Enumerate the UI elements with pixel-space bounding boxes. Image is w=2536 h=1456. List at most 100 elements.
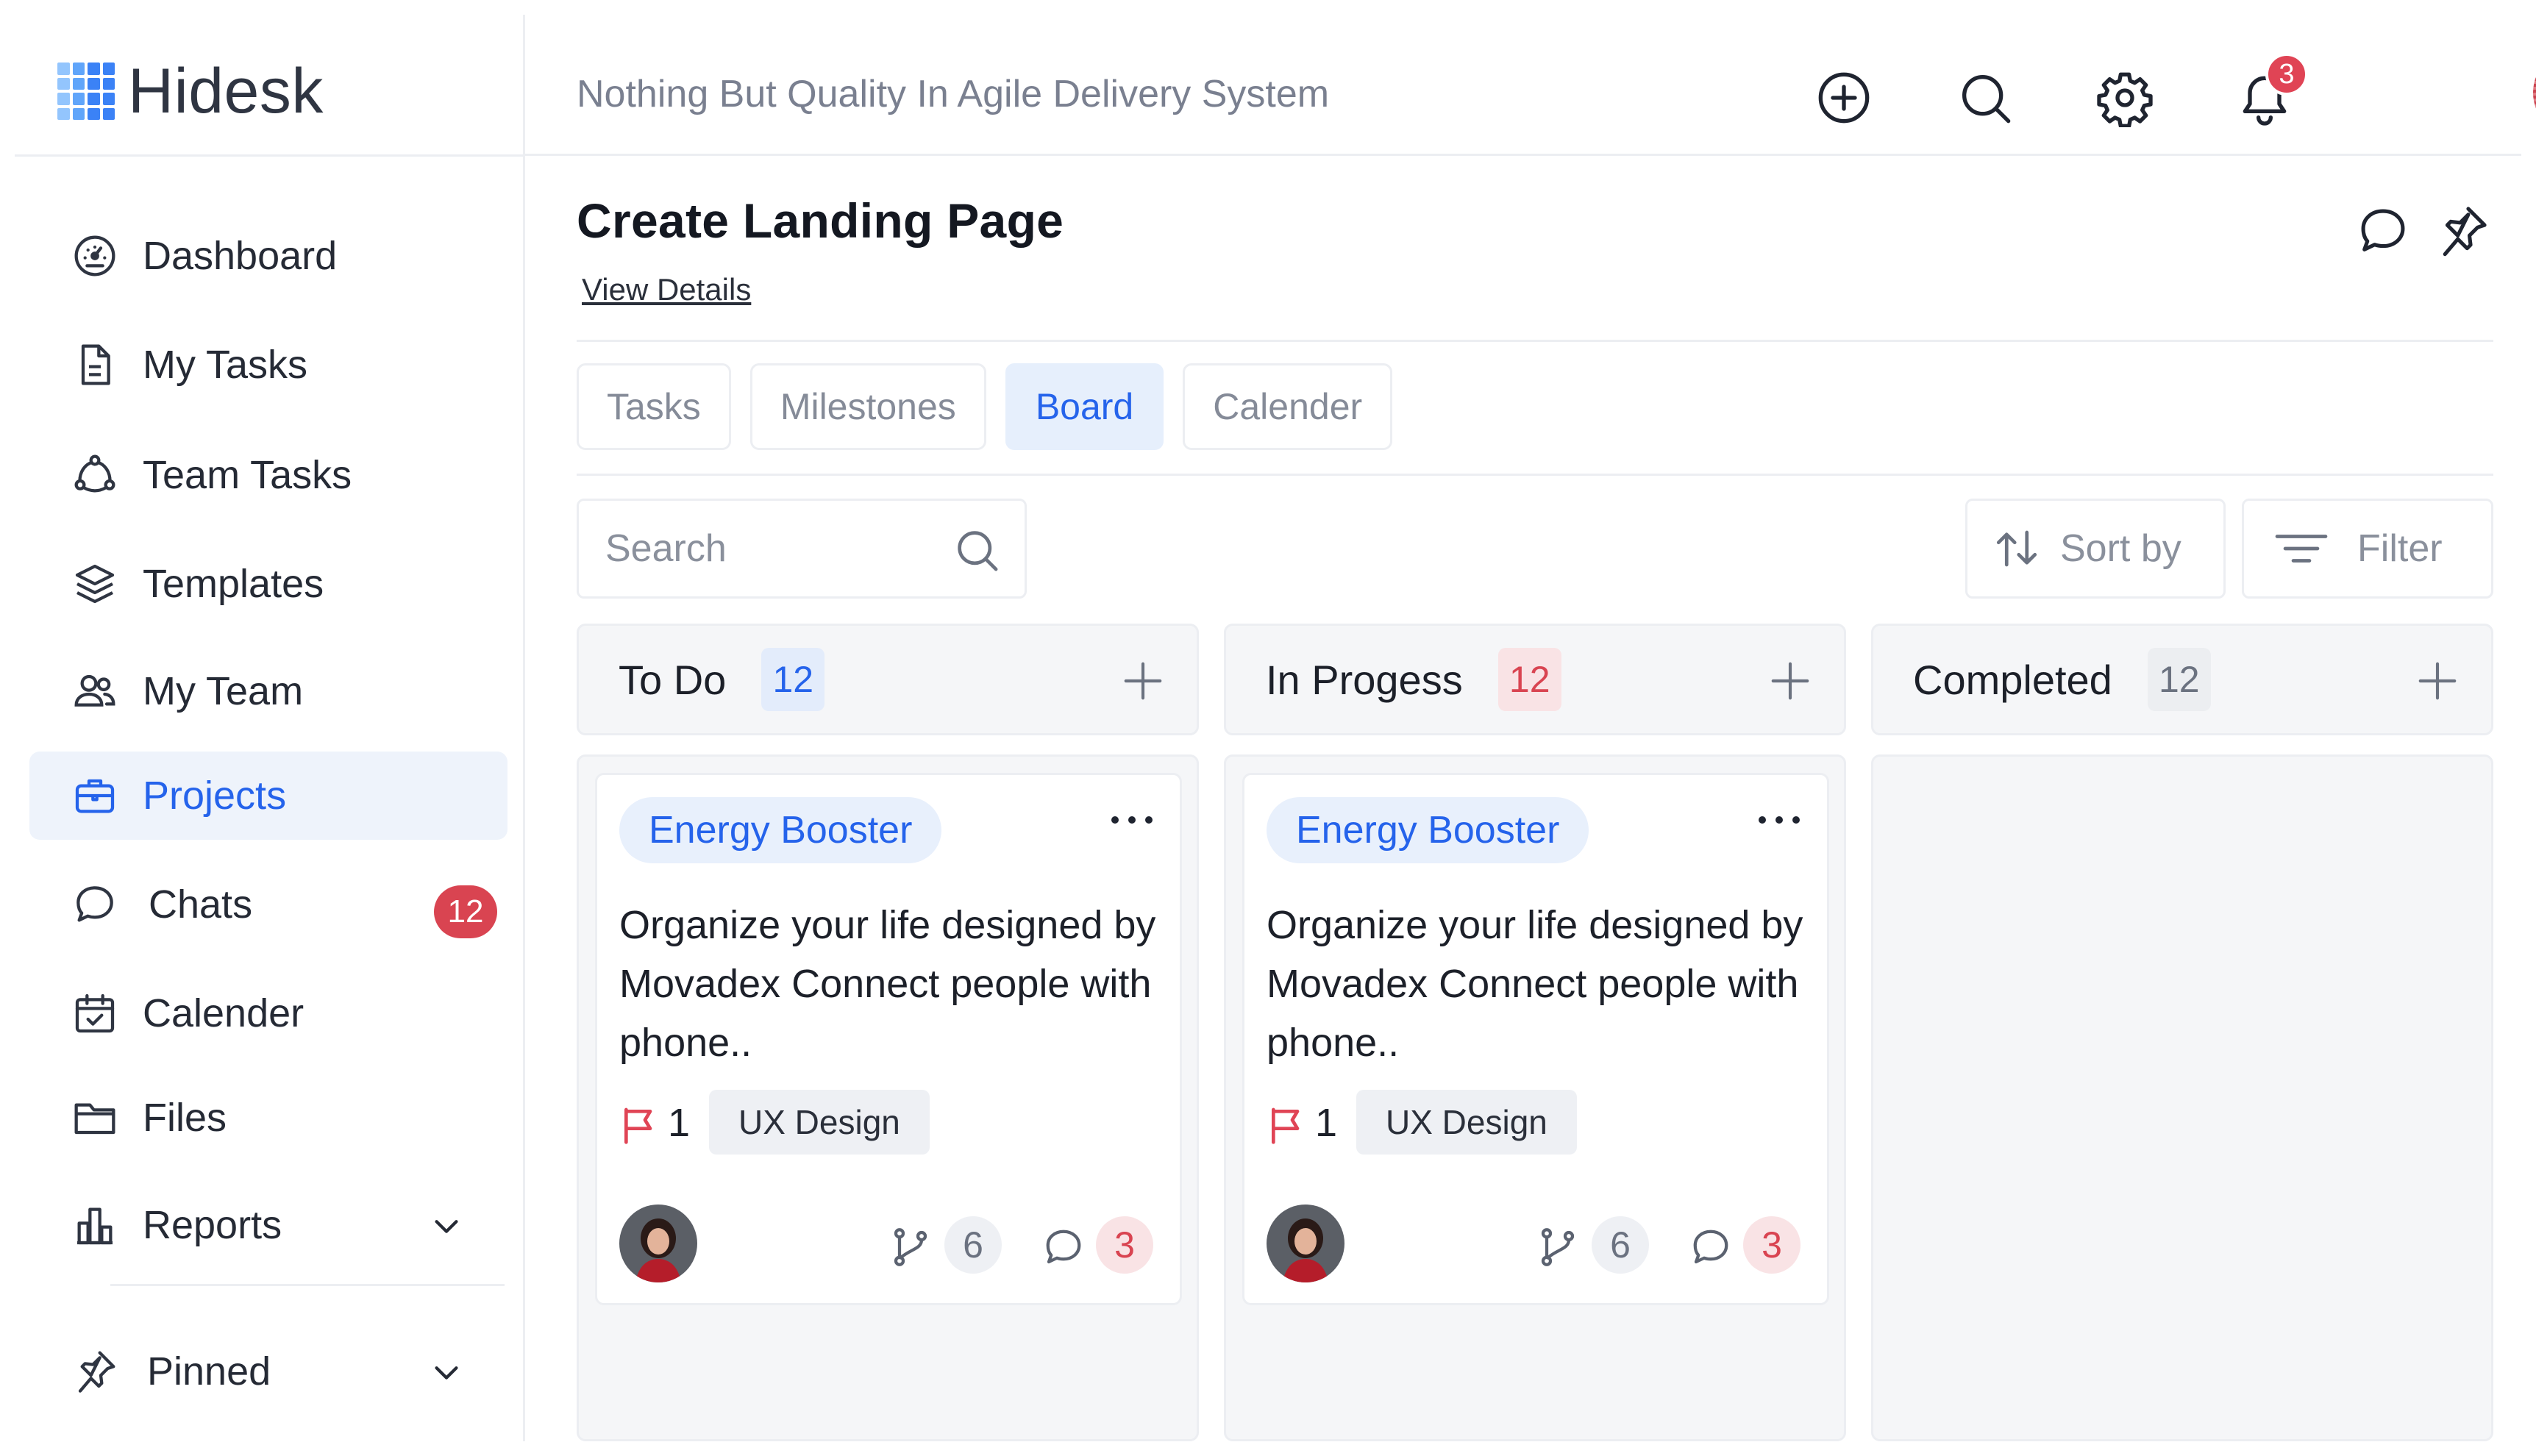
- logo[interactable]: Hidesk: [57, 56, 324, 126]
- briefcase-icon: [69, 770, 121, 821]
- sidebar-item-my-tasks[interactable]: My Tasks: [29, 321, 507, 409]
- sidebar-item-label: Chats: [149, 882, 253, 927]
- sidebar: Hidesk Dashboard My Tasks Team Tasks Tem…: [15, 15, 525, 1441]
- column-completed: [1871, 754, 2493, 1441]
- pinned-label: Pinned: [147, 1349, 271, 1393]
- more-options-icon[interactable]: [1753, 809, 1805, 831]
- sidebar-item-pinned[interactable]: Pinned: [29, 1327, 507, 1416]
- column-todo: Energy Booster Organize your life design…: [577, 754, 1199, 1441]
- comment-count: 3: [1743, 1216, 1801, 1274]
- app-window: Hidesk Dashboard My Tasks Team Tasks Tem…: [15, 15, 2536, 1441]
- tab-milestones[interactable]: Milestones: [749, 363, 986, 450]
- sidebar-item-label: Reports: [143, 1203, 282, 1247]
- folder-icon: [69, 1092, 121, 1143]
- task-card[interactable]: Energy Booster Organize your life design…: [1242, 773, 1829, 1305]
- column-count-badge: 12: [1497, 648, 1561, 711]
- add-task-icon[interactable]: [2415, 658, 2460, 704]
- priority-value: 1: [1315, 1101, 1338, 1145]
- tab-tasks[interactable]: Tasks: [577, 363, 731, 450]
- comment-icon[interactable]: [2355, 203, 2414, 262]
- plus-circle-icon[interactable]: [1811, 65, 1877, 131]
- chats-count-badge: 12: [434, 885, 497, 938]
- pin-icon: [69, 1346, 121, 1397]
- column-header-in-progress: In Progess 12: [1224, 624, 1846, 735]
- branch-icon: [1536, 1225, 1580, 1269]
- sidebar-item-label: My Team: [143, 669, 304, 713]
- column-count-badge: 12: [2147, 648, 2211, 711]
- comment-count: 3: [1096, 1216, 1153, 1274]
- sidebar-item-label: Calender: [143, 991, 304, 1035]
- sidebar-item-team-tasks[interactable]: Team Tasks: [29, 431, 507, 519]
- app-name: Hidesk: [128, 55, 324, 126]
- view-tabs: Tasks Milestones Board Calender: [577, 363, 1393, 450]
- column-title: In Progess: [1266, 656, 1463, 703]
- card-description: Organize your life designed by Movadex C…: [619, 903, 1156, 1065]
- document-icon: [69, 339, 121, 390]
- assignee-avatar[interactable]: [1267, 1205, 1344, 1282]
- title-divider: [577, 340, 2493, 342]
- sidebar-item-calender[interactable]: Calender: [29, 969, 507, 1057]
- card-description: Organize your life designed by Movadex C…: [1267, 903, 1803, 1065]
- search-icon[interactable]: [952, 526, 1001, 574]
- sidebar-item-templates[interactable]: Templates: [29, 540, 507, 628]
- calendar-check-icon: [69, 988, 121, 1039]
- filter-button[interactable]: Filter: [2242, 499, 2493, 599]
- comment-icon: [1689, 1225, 1733, 1269]
- add-task-icon[interactable]: [1767, 658, 1813, 704]
- sidebar-item-label: Dashboard: [143, 234, 338, 278]
- sidebar-item-label: Templates: [143, 562, 324, 606]
- sidebar-item-chats[interactable]: Chats 12: [29, 860, 507, 949]
- column-in-progress: Energy Booster Organize your life design…: [1224, 754, 1846, 1441]
- branch-count: 6: [944, 1216, 1002, 1274]
- top-header: Nothing But Quality In Agile Delivery Sy…: [525, 15, 2536, 156]
- app-tagline: Nothing But Quality In Agile Delivery Sy…: [577, 73, 1330, 115]
- logo-grid-icon: [57, 63, 115, 120]
- search-icon[interactable]: [1952, 65, 2018, 131]
- assignee-avatar[interactable]: [619, 1205, 697, 1282]
- column-header-todo: To Do 12: [577, 624, 1199, 735]
- sidebar-item-label: Files: [143, 1096, 227, 1140]
- branch-count: 6: [1592, 1216, 1649, 1274]
- sidebar-item-my-team[interactable]: My Team: [29, 647, 507, 735]
- sidebar-item-reports[interactable]: Reports: [29, 1181, 507, 1269]
- column-title: To Do: [619, 656, 727, 703]
- task-card[interactable]: Energy Booster Organize your life design…: [595, 773, 1182, 1305]
- priority-value: 1: [668, 1101, 691, 1145]
- sort-button[interactable]: Sort by: [1965, 499, 2226, 599]
- team-network-icon: [69, 449, 121, 501]
- dashboard-gauge-icon: [69, 230, 121, 282]
- card-label-chip[interactable]: UX Design: [709, 1090, 930, 1155]
- sidebar-divider: [15, 154, 525, 157]
- chevron-down-icon[interactable]: [430, 1355, 463, 1389]
- priority-flag-icon: [1267, 1105, 1308, 1146]
- sidebar-item-projects[interactable]: Projects: [29, 752, 507, 840]
- add-task-icon[interactable]: [1120, 658, 1166, 704]
- priority-flag-icon: [619, 1105, 660, 1146]
- chevron-down-icon[interactable]: [430, 1209, 463, 1243]
- sidebar-item-label: My Tasks: [143, 343, 308, 387]
- column-title: Completed: [1913, 656, 2112, 703]
- gear-icon[interactable]: [2092, 65, 2158, 131]
- filter-lines-icon: [2272, 524, 2331, 573]
- search-input[interactable]: [605, 527, 944, 571]
- column-count-badge: 12: [761, 648, 825, 711]
- bar-chart-icon: [69, 1199, 121, 1251]
- sort-arrows-icon: [1992, 524, 2041, 573]
- tabs-divider: [577, 474, 2493, 476]
- sidebar-item-label: Projects: [143, 774, 287, 818]
- users-icon: [69, 665, 121, 717]
- sidebar-item-dashboard[interactable]: Dashboard: [29, 212, 507, 300]
- card-tag[interactable]: Energy Booster: [619, 797, 942, 863]
- sort-label: Sort by: [2060, 527, 2181, 570]
- tab-calender[interactable]: Calender: [1183, 363, 1393, 450]
- tab-board[interactable]: Board: [1005, 363, 1164, 450]
- view-details-link[interactable]: View Details: [582, 272, 751, 307]
- pin-icon[interactable]: [2435, 203, 2493, 262]
- card-label-chip[interactable]: UX Design: [1356, 1090, 1577, 1155]
- search-box: [577, 499, 1027, 599]
- card-tag[interactable]: Energy Booster: [1267, 797, 1589, 863]
- user-avatar[interactable]: [2533, 49, 2536, 137]
- notification-count-badge: 3: [2265, 53, 2308, 96]
- more-options-icon[interactable]: [1106, 809, 1158, 831]
- sidebar-item-files[interactable]: Files: [29, 1074, 507, 1162]
